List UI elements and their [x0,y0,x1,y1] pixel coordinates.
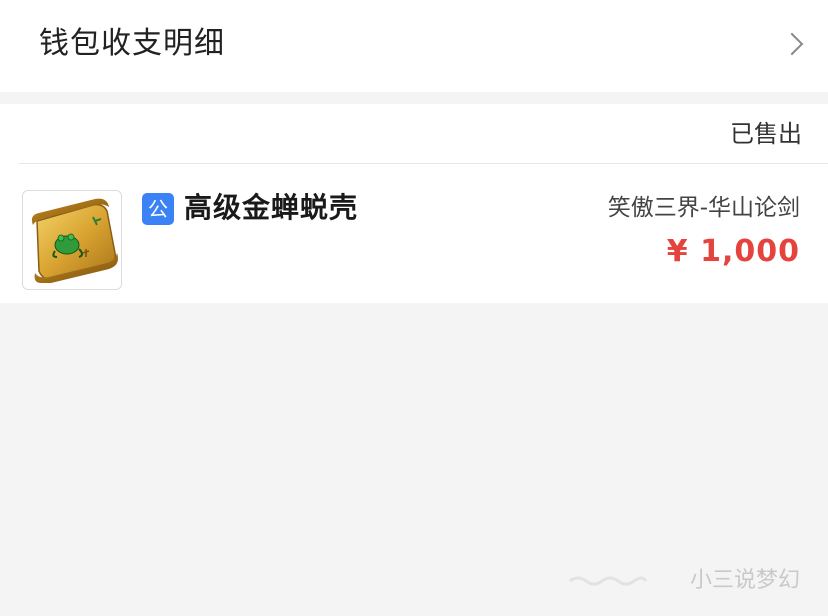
scroll-icon [31,198,118,283]
page-title: 钱包收支明细 [39,26,225,61]
status-label: 已售出 [730,120,802,148]
chevron-right-icon[interactable] [780,32,804,56]
watermark-decoration [569,576,648,586]
order-card[interactable]: 已售出 公 高级金蝉蜕壳 笑傲三界-华山论剑 ¥ 1,000 [0,104,828,303]
price: ¥ 1,000 [666,234,800,269]
divider [19,163,828,164]
watermark-text: 小三说梦幻 [689,568,800,593]
public-badge: 公 [142,193,174,225]
item-thumbnail[interactable] [22,190,122,290]
server-name: 笑傲三界-华山论剑 [607,195,800,221]
item-name[interactable]: 高级金蝉蜕壳 [184,188,358,228]
wallet-header[interactable]: 钱包收支明细 [0,0,828,92]
